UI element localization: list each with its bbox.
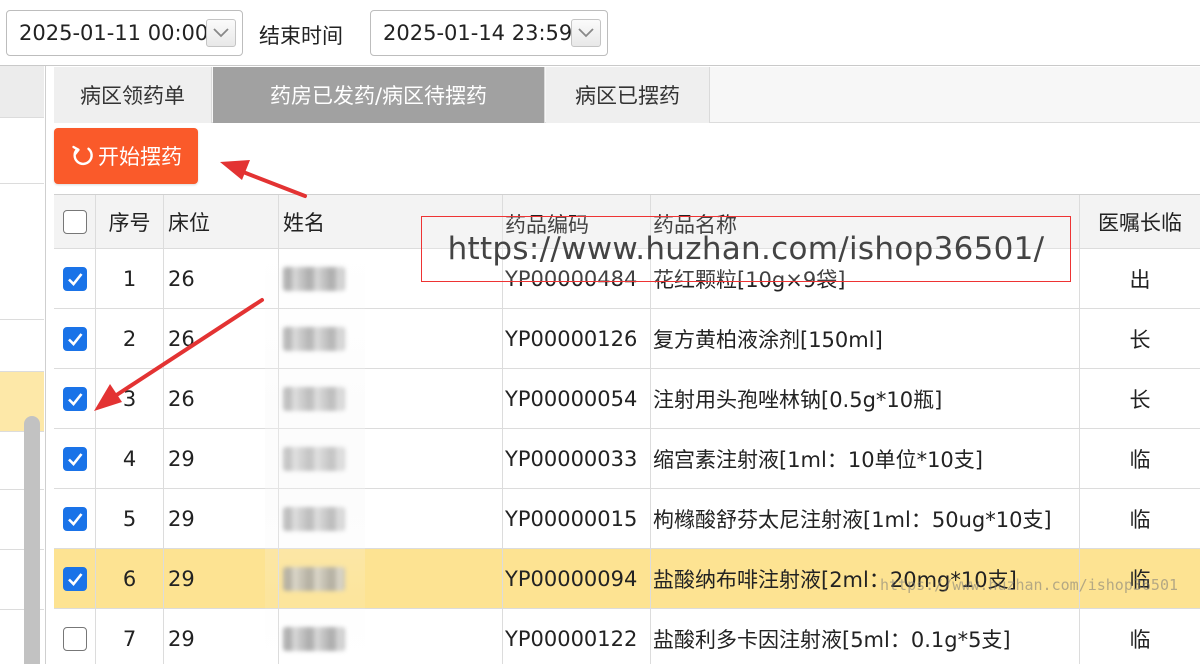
cell-bed: 26 xyxy=(164,369,279,428)
row-checkbox-cell xyxy=(54,489,96,548)
table-row[interactable]: 2 26 YP00000126 复方黄柏液涂剂[150ml] 长 xyxy=(54,309,1200,369)
cell-patient-name xyxy=(279,609,503,664)
cell-drug-code: YP00000054 xyxy=(503,369,651,428)
table-row[interactable]: 4 29 YP00000033 缩宫素注射液[1ml：10单位*10支] 临 xyxy=(54,429,1200,489)
cell-bed: 29 xyxy=(164,609,279,664)
cell-drug-code: YP00000126 xyxy=(503,309,651,368)
end-date-dropdown-button[interactable] xyxy=(571,19,601,47)
row-checkbox[interactable] xyxy=(62,626,87,651)
cell-drug-name: 注射用头孢唑林钠[0.5g*10瓶] xyxy=(651,369,1080,428)
cell-drug-name: 盐酸利多卡因注射液[5ml：0.1g*5支] xyxy=(651,609,1080,664)
cell-order-type: 出 xyxy=(1129,267,1151,292)
end-date-value: 2025-01-14 23:59 xyxy=(383,21,573,45)
arrow-to-start-button xyxy=(220,160,307,198)
cell-bed: 26 xyxy=(164,249,279,308)
row-checkbox[interactable] xyxy=(62,506,87,531)
redacted-name xyxy=(283,626,345,651)
cell-drug-code: YP00000033 xyxy=(503,429,651,488)
watermark-url-box: https://www.huzhan.com/ishop36501/ xyxy=(421,216,1071,282)
row-checkbox[interactable] xyxy=(62,386,87,411)
cell-order-type: 长 xyxy=(1129,387,1151,412)
start-date-dropdown-button[interactable] xyxy=(206,19,236,47)
cell-bed: 29 xyxy=(164,489,279,548)
cell-order-type: 临 xyxy=(1129,627,1151,652)
row-checkbox-cell xyxy=(54,429,96,488)
cell-drug-name: 缩宫素注射液[1ml：10单位*10支] xyxy=(651,429,1080,488)
table-row[interactable]: 3 26 YP00000054 注射用头孢唑林钠[0.5g*10瓶] 长 xyxy=(54,369,1200,429)
cell-seq: 4 xyxy=(96,429,164,488)
redacted-name xyxy=(283,506,345,531)
header-checkbox-cell xyxy=(54,195,96,248)
cell-patient-name xyxy=(279,429,503,488)
row-checkbox-cell xyxy=(54,609,96,664)
tab-ward-requisition[interactable]: 病区领药单 xyxy=(54,67,212,123)
row-checkbox-cell xyxy=(54,249,96,308)
cell-drug-name: 复方黄柏液涂剂[150ml] xyxy=(651,309,1080,368)
end-time-label: 结束时间 xyxy=(259,24,343,48)
cell-bed: 26 xyxy=(164,309,279,368)
cell-drug-name: 枸橼酸舒芬太尼注射液[1ml：50ug*10支] xyxy=(651,489,1080,548)
chevron-down-icon xyxy=(578,28,594,38)
cell-seq: 3 xyxy=(96,369,164,428)
start-arrange-button[interactable]: 开始摆药 xyxy=(54,128,198,184)
cell-seq: 6 xyxy=(96,549,164,608)
start-arrange-label: 开始摆药 xyxy=(98,145,182,169)
table-row[interactable]: 5 29 YP00000015 枸橼酸舒芬太尼注射液[1ml：50ug*10支] 临 xyxy=(54,489,1200,549)
redacted-name xyxy=(283,386,345,411)
cell-seq: 1 xyxy=(96,249,164,308)
tab-ward-arranged[interactable]: 病区已摆药 xyxy=(546,67,710,123)
left-list-header xyxy=(0,66,44,118)
left-list-item[interactable] xyxy=(0,118,44,184)
redacted-name xyxy=(283,446,345,471)
cell-patient-name xyxy=(279,549,503,608)
cell-order-type: 临 xyxy=(1129,447,1151,472)
cell-bed: 29 xyxy=(164,549,279,608)
select-all-checkbox[interactable] xyxy=(62,209,87,234)
redacted-name xyxy=(283,266,345,291)
watermark-small: https://www.huzhan.com/ishop36501 xyxy=(880,576,1179,594)
cell-patient-name xyxy=(279,369,503,428)
col-header-seq[interactable]: 序号 xyxy=(96,195,164,248)
cell-drug-code: YP00000015 xyxy=(503,489,651,548)
cell-seq: 5 xyxy=(96,489,164,548)
redacted-name xyxy=(283,566,345,591)
cell-patient-name xyxy=(279,489,503,548)
cell-seq: 2 xyxy=(96,309,164,368)
cell-drug-code: YP00000122 xyxy=(503,609,651,664)
tab-bar: 病区领药单 药房已发药/病区待摆药 病区已摆药 xyxy=(54,67,1200,123)
left-list-scrollbar[interactable] xyxy=(24,416,40,664)
row-checkbox[interactable] xyxy=(62,266,87,291)
row-checkbox-cell xyxy=(54,549,96,608)
end-date-picker[interactable]: 2025-01-14 23:59 xyxy=(370,10,608,56)
cell-order-type: 临 xyxy=(1129,507,1151,532)
cell-seq: 7 xyxy=(96,609,164,664)
refresh-icon xyxy=(72,145,93,166)
redacted-name xyxy=(283,326,345,351)
row-checkbox[interactable] xyxy=(62,566,87,591)
row-checkbox-cell xyxy=(54,369,96,428)
table-row[interactable]: 7 29 YP00000122 盐酸利多卡因注射液[5ml：0.1g*5支] 临 xyxy=(54,609,1200,664)
col-header-bed[interactable]: 床位 xyxy=(164,195,279,248)
chevron-down-icon xyxy=(213,28,229,38)
cell-drug-code: YP00000094 xyxy=(503,549,651,608)
cell-bed: 29 xyxy=(164,429,279,488)
tab-dispensed-pending[interactable]: 药房已发药/病区待摆药 xyxy=(213,67,545,123)
cell-patient-name xyxy=(279,309,503,368)
cell-order-type: 长 xyxy=(1129,327,1151,352)
start-date-picker[interactable]: 2025-01-11 00:00 xyxy=(6,10,243,56)
row-checkbox[interactable] xyxy=(62,446,87,471)
row-checkbox[interactable] xyxy=(62,326,87,351)
row-checkbox-cell xyxy=(54,309,96,368)
left-list-item[interactable] xyxy=(0,320,44,372)
start-date-value: 2025-01-11 00:00 xyxy=(19,21,209,45)
col-header-order-type[interactable]: 医嘱长临 xyxy=(1080,195,1200,248)
left-list-panel xyxy=(0,66,46,664)
filter-bar: 2025-01-11 00:00 结束时间 2025-01-14 23:59 xyxy=(0,0,1200,66)
left-list-item[interactable] xyxy=(0,184,44,320)
